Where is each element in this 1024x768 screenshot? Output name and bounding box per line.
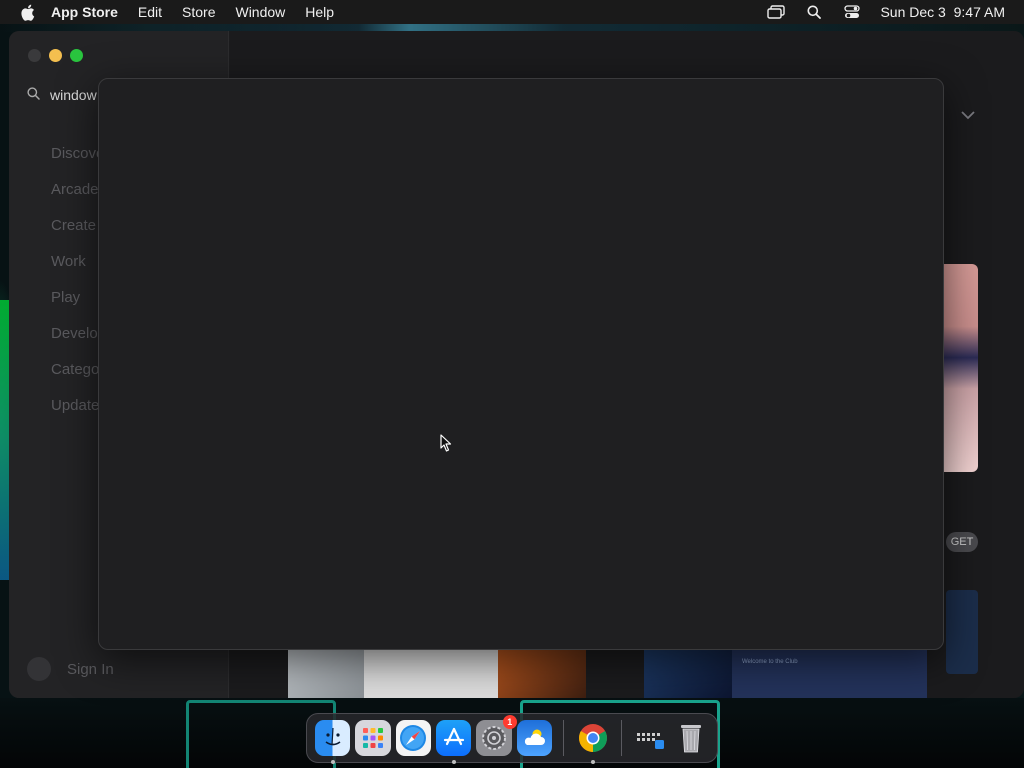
- control-center-icon[interactable]: [842, 4, 862, 20]
- weather-icon[interactable]: [516, 720, 553, 756]
- search-input[interactable]: window: [50, 87, 97, 103]
- mouse-cursor-icon: [440, 434, 452, 457]
- screenshot-strip: Welcome to the Club: [288, 649, 927, 698]
- finder-icon[interactable]: [315, 720, 351, 764]
- dock-separator: [621, 720, 623, 756]
- screenshot-thumbnail[interactable]: [644, 649, 732, 698]
- app-thumbnail[interactable]: [946, 590, 978, 674]
- dock: 1: [306, 713, 718, 764]
- close-button[interactable]: [28, 49, 41, 62]
- search-field[interactable]: window: [27, 87, 97, 103]
- spotlight-search-icon[interactable]: [804, 4, 824, 20]
- overlay-panel[interactable]: [98, 78, 944, 650]
- get-button[interactable]: GET: [946, 532, 978, 552]
- menu-window[interactable]: Window: [235, 4, 285, 20]
- screenshot-thumbnail[interactable]: Welcome to the Club: [732, 649, 927, 698]
- downloads-stack-icon[interactable]: [633, 720, 668, 756]
- window-controls: [28, 49, 83, 62]
- screenshot-gap: [586, 649, 644, 698]
- chevron-down-icon[interactable]: [960, 107, 976, 123]
- minimize-button[interactable]: [49, 49, 62, 62]
- launchpad-icon[interactable]: [355, 720, 391, 756]
- preview-caption: Welcome to the Club: [742, 659, 798, 665]
- menu-clock[interactable]: Sun Dec 3 9:47 AM: [880, 4, 1005, 20]
- screenshot-thumbnail[interactable]: [364, 649, 498, 698]
- avatar: [27, 657, 51, 681]
- notification-badge: 1: [502, 715, 517, 729]
- menu-app-name[interactable]: App Store: [51, 4, 118, 20]
- menu-store[interactable]: Store: [182, 4, 215, 20]
- apple-menu-icon[interactable]: [17, 2, 37, 22]
- screenshot-thumbnail[interactable]: [498, 649, 586, 698]
- search-icon: [27, 87, 40, 103]
- menu-bar: App Store Edit Store Window Help Sun Dec…: [0, 0, 1024, 24]
- featured-app-artwork[interactable]: [942, 264, 978, 472]
- trash-icon[interactable]: [674, 720, 709, 756]
- settings-icon[interactable]: 1: [476, 715, 517, 756]
- screenshot-thumbnail[interactable]: [288, 649, 364, 698]
- app-store-icon[interactable]: [436, 720, 472, 764]
- screen-mirroring-icon[interactable]: [766, 4, 786, 20]
- sign-in-label: Sign In: [67, 660, 114, 678]
- menu-edit[interactable]: Edit: [138, 4, 162, 20]
- dock-separator: [563, 720, 565, 756]
- safari-icon[interactable]: [395, 720, 432, 756]
- chrome-icon[interactable]: [575, 720, 610, 764]
- zoom-button[interactable]: [70, 49, 83, 62]
- sign-in-button[interactable]: Sign In: [27, 657, 114, 681]
- menu-help[interactable]: Help: [305, 4, 334, 20]
